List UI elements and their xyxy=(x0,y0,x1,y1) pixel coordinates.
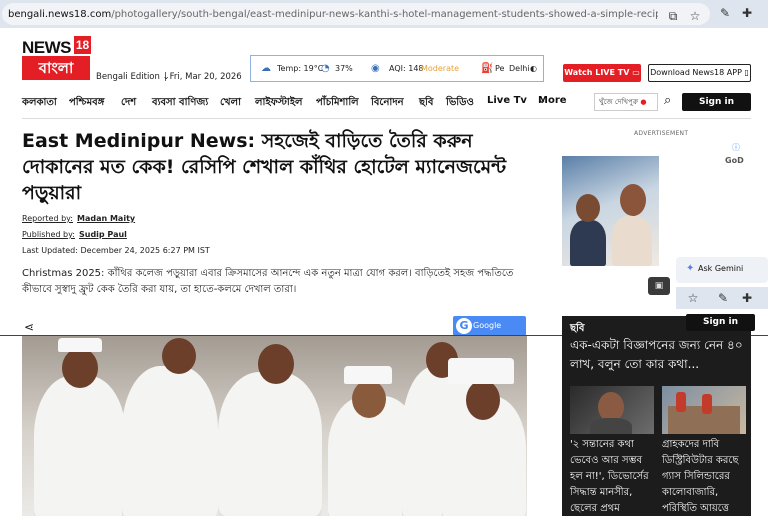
page-info-icon[interactable]: ⧉ xyxy=(666,9,680,23)
advertisement-label: ADVERTISEMENT xyxy=(634,130,689,137)
url-field[interactable]: bengali.news18.com/photogallery/south-be… xyxy=(2,3,710,25)
temperature: Temp: 19°C xyxy=(277,64,324,73)
nav-item-lifestyle[interactable]: লাইফস্টাইল xyxy=(255,95,303,112)
tv-icon: ▭ xyxy=(632,68,640,77)
petrol-label: Pe xyxy=(495,64,505,73)
nav-item-country[interactable]: দেশ xyxy=(121,95,136,112)
google-label: Google xyxy=(473,321,502,330)
article-headline: East Medinipur News: সহজেই বাড়িতে তৈরি … xyxy=(22,130,507,204)
news18-bangla-logo[interactable]: NEWS 18 বাংলা xyxy=(22,36,91,80)
city-name: Delhi xyxy=(509,64,530,73)
cloud-icon: ☁ xyxy=(261,63,271,74)
extensions-icon[interactable]: ✚ xyxy=(740,291,754,305)
aqi-value: AQI: 148 xyxy=(389,64,424,73)
ask-gemini-button[interactable]: ✦ Ask Gemini xyxy=(676,257,768,283)
weather-widget: ☁ Temp: 19°C ◔ 37% ◉ AQI: 148 Moderate ⛽… xyxy=(250,55,544,82)
sign-in-button[interactable]: Sign in xyxy=(682,93,751,111)
google-g-icon: G xyxy=(456,318,472,334)
article-hero-image xyxy=(22,336,527,516)
download-app-button[interactable]: Download News18 APP ▯ xyxy=(648,64,751,82)
search-placeholder: খুঁজে দেখিপুরু xyxy=(599,98,639,106)
reporter-name[interactable]: Madan Maity xyxy=(77,214,135,223)
published-by: Published by: Sudip Paul xyxy=(22,230,127,239)
logo-bangla-text: বাংলা xyxy=(22,56,90,80)
photo-caption-1[interactable]: '২ সন্তানের কথা ভেবেও আর সম্ভব হল না!', … xyxy=(570,437,656,516)
ad-image[interactable] xyxy=(562,156,659,266)
logo-news-text: NEWS xyxy=(22,38,72,57)
promo-title[interactable]: এক-একটা বিজ্ঞাপনের জন্য নেন ৪০ লাখ, বলুন… xyxy=(570,336,750,374)
logo-18-badge: 18 xyxy=(74,36,91,54)
nav-item-video[interactable]: ভিডিও xyxy=(446,95,474,112)
download-app-label: Download News18 APP xyxy=(650,68,742,77)
reported-by: Reported by: Madan Maity xyxy=(22,214,135,223)
edition-selector[interactable]: Bengali Edition ⌄ xyxy=(96,72,170,82)
nav-item-kolkata[interactable]: কলকাতা xyxy=(22,95,57,112)
photo-thumb-2[interactable] xyxy=(662,386,746,434)
fuel-icon: ⛽ xyxy=(481,63,494,74)
url-path: /photogallery/south-bengal/east-medinipu… xyxy=(111,9,658,20)
nav-item-more[interactable]: More ⌄ xyxy=(538,95,567,106)
main-nav: কলকাতা পশ্চিমবঙ্গ দেশ ব্যবসা বাণিজ্য খেল… xyxy=(22,95,582,111)
pen-icon[interactable]: ✎ xyxy=(716,291,730,305)
ad-brand: GoD xyxy=(725,156,744,165)
location-icon[interactable]: ◐ xyxy=(530,64,537,73)
edition-label: Bengali Edition xyxy=(96,72,160,82)
search-input[interactable]: খুঁজে দেখিপুরু ● xyxy=(594,93,658,111)
nav-item-west-bengal[interactable]: পশ্চিমবঙ্গ xyxy=(69,95,104,112)
gemini-icon: ✦ xyxy=(686,263,695,274)
article-summary: Christmas 2025: কাঁথির কলেজ পড়ুয়ারা এব… xyxy=(22,268,514,295)
bookmark-star-icon[interactable]: ☆ xyxy=(688,9,702,23)
nav-item-sports[interactable]: খেলা xyxy=(220,95,241,112)
more-label: More xyxy=(538,95,567,106)
photo-caption-2[interactable]: গ্রাহকদের দাবি ডিস্ট্রিবিউটার করছে গ্যাস… xyxy=(662,437,748,516)
bookmark-star-icon[interactable]: ☆ xyxy=(686,291,700,305)
humidity: 37% xyxy=(335,64,353,73)
watch-live-label: Watch LIVE TV xyxy=(564,68,630,77)
current-date: | Fri, Mar 20, 2026 xyxy=(164,72,242,82)
share-icon[interactable]: ⋖ xyxy=(24,320,34,334)
last-updated: Last Updated: December 24, 2025 6:27 PM … xyxy=(22,246,210,255)
publisher-name[interactable]: Sudip Paul xyxy=(79,230,127,239)
pen-icon[interactable]: ✎ xyxy=(718,6,732,20)
gemini-label: Ask Gemini xyxy=(698,264,744,273)
browser-address-bar: bengali.news18.com/photogallery/south-be… xyxy=(0,0,768,28)
photo-thumb-1[interactable] xyxy=(570,386,654,434)
nav-item-business[interactable]: ব্যবসা বাণিজ্য xyxy=(152,95,208,112)
browser-toolbar-fragment: ☆ ✎ ✚ xyxy=(676,287,768,309)
phone-icon: ▯ xyxy=(744,68,749,77)
extensions-icon[interactable]: ✚ xyxy=(740,6,754,20)
mic-icon[interactable]: ● xyxy=(640,98,646,106)
search-icon[interactable]: ⌕ xyxy=(664,93,671,108)
aqi-eye-icon: ◉ xyxy=(371,63,380,74)
nav-item-entertainment[interactable]: বিনোদন xyxy=(371,95,404,112)
ad-info-icon[interactable]: ⓘ xyxy=(732,142,740,153)
url-host: bengali.news18.com xyxy=(8,9,112,20)
date-text: Fri, Mar 20, 2026 xyxy=(169,72,242,82)
nav-item-photos[interactable]: ছবি xyxy=(419,95,434,112)
nav-divider xyxy=(22,118,751,119)
nav-item-live-tv[interactable]: Live Tv xyxy=(487,95,527,106)
watch-live-tv-button[interactable]: Watch LIVE TV ▭ xyxy=(563,64,641,82)
published-label: Published by: xyxy=(22,230,75,239)
tab-switch-icon[interactable]: ▣ xyxy=(648,277,670,295)
thermometer-icon: ◔ xyxy=(321,63,330,74)
reported-label: Reported by: xyxy=(22,214,73,223)
sign-in-button-duplicate[interactable]: Sign in xyxy=(686,314,755,331)
aqi-status: Moderate xyxy=(421,64,460,73)
nav-item-misc[interactable]: পাঁচমিশালি xyxy=(316,95,359,112)
